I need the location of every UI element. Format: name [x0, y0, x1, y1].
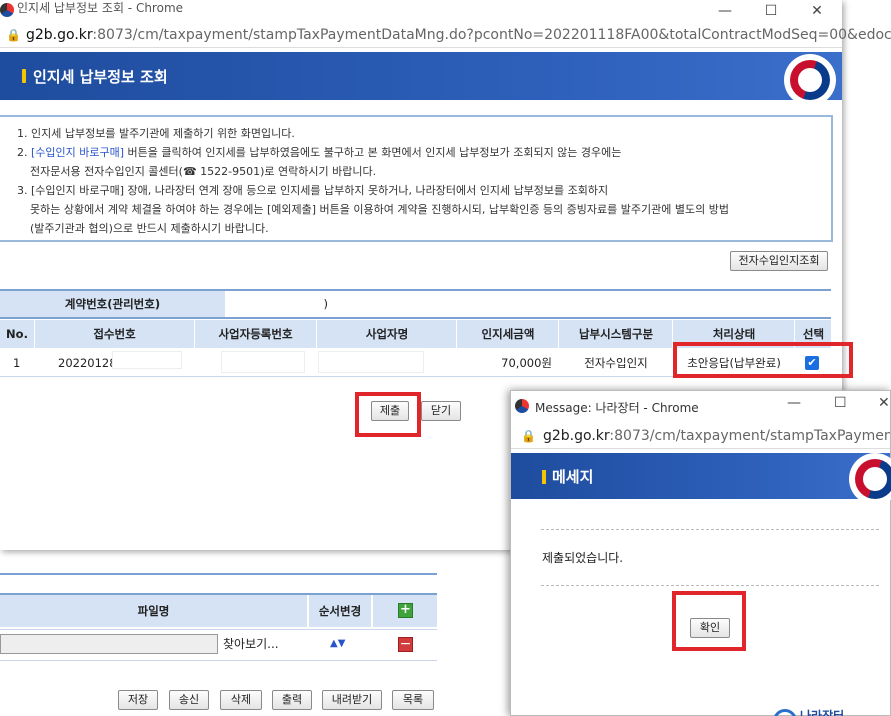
url-path: :8073/cm/taxpayment/stampTaxPaymentDataM…: [92, 27, 891, 43]
header-mark-icon: [542, 470, 546, 484]
maximize-icon[interactable]: ☐: [834, 395, 847, 411]
logo-text: 나라장터: [800, 709, 845, 716]
stamp-lookup-button[interactable]: 전자수입인지조회: [730, 251, 828, 271]
contract-label: 계약번호(관리번호): [0, 291, 225, 317]
lock-icon: 🔒: [6, 28, 21, 42]
divider: [0, 573, 437, 575]
app-icon: [515, 399, 529, 413]
redacted-area: [112, 351, 182, 369]
divider: [541, 529, 879, 530]
maximize-icon[interactable]: ☐: [748, 0, 794, 22]
popup-title: Message: 나라장터 - Chrome: [535, 401, 699, 415]
save-button[interactable]: 저장: [118, 690, 158, 710]
url-domain: g2b.go.kr: [26, 27, 93, 43]
col-system: 납부시스템구분: [560, 320, 672, 348]
address-bar[interactable]: 🔒 g2b.go.kr:8073/cm/taxpayment/stampTaxP…: [0, 22, 891, 48]
minimize-icon[interactable]: —: [702, 0, 748, 22]
col-receipt-no: 접수번호: [36, 320, 193, 348]
emblem-icon: [849, 453, 891, 505]
row-receipt-no: 202201281: [58, 356, 124, 370]
browse-button[interactable]: 찾아보기...: [223, 634, 293, 654]
url-path: :8073/cm/taxpayment/stampTaxPaymentSub..…: [609, 428, 890, 444]
select-checkbox[interactable]: ✔: [805, 356, 819, 370]
info-line: 못하는 상황에서 계약 체결을 하여야 하는 경우에는 [예외제출] 버튼을 이…: [30, 203, 729, 216]
col-select: 선택: [796, 320, 831, 348]
minimize-icon[interactable]: —: [787, 395, 801, 411]
page-header: 인지세 납부정보 조회: [0, 52, 842, 106]
ok-button[interactable]: 확인: [690, 618, 730, 638]
info-line: 2. [수입인지 바로구매] 버튼을 클릭하여 인지세를 납부하였음에도 불구하…: [17, 146, 622, 159]
app-icon: [0, 3, 14, 17]
header-mark-icon: [22, 69, 26, 83]
logo-icon: [773, 709, 797, 716]
col-biz-no: 사업자등록번호: [195, 320, 316, 348]
row-status: 초안응답(납부완료): [687, 356, 781, 370]
attachment-panel: 파일명 순서변경 + 찾아보기... ▲▼ − 저장 송신 삭제 출력 내려받기…: [0, 548, 440, 716]
send-button[interactable]: 송신: [169, 690, 209, 710]
row-biz-name: [318, 351, 424, 373]
page-title: 인지세 납부정보 조회: [33, 68, 168, 86]
emblem-icon: [784, 54, 836, 106]
info-line: 3. [수입인지 바로구매] 장애, 나라장터 연계 장애 등으로 인지세를 납…: [17, 184, 609, 197]
col-no: No.: [0, 320, 34, 348]
info-line: (발주기관과 협의)으로 반드시 제출하시기 바랍니다.: [30, 222, 269, 235]
col-add: +: [373, 595, 437, 627]
col-amount: 인지세금액: [458, 320, 558, 348]
message-popup: Message: 나라장터 - Chrome — ☐ ✕ 🔒 g2b.go.kr…: [510, 390, 891, 716]
url-domain: g2b.go.kr: [543, 428, 610, 444]
popup-message: 제출되었습니다.: [542, 551, 624, 565]
close-button[interactable]: 닫기: [421, 401, 461, 421]
remove-icon[interactable]: −: [398, 637, 413, 652]
popup-header: 메세지: [511, 453, 891, 505]
add-icon[interactable]: +: [398, 603, 413, 618]
col-status: 처리상태: [674, 320, 794, 348]
row-amount: 70,000원: [501, 356, 552, 370]
lock-icon: 🔒: [521, 429, 536, 443]
buy-stamp-link[interactable]: [수입인지 바로구매]: [31, 146, 124, 159]
print-button[interactable]: 출력: [272, 690, 312, 710]
close-icon[interactable]: ✕: [878, 395, 890, 411]
title-bar: 인지세 납부정보 조회 - Chrome — ☐ ✕: [0, 0, 842, 22]
order-arrows-icon[interactable]: ▲▼: [330, 634, 354, 654]
contract-value: ): [323, 297, 329, 311]
table-row[interactable]: 1 202201281 70,000원 전자수입인지 초안응답(납부완료) ✔: [0, 349, 831, 377]
window-title: 인지세 납부정보 조회 - Chrome: [17, 1, 184, 15]
file-path-input[interactable]: [0, 634, 218, 654]
info-line: 1. 인지세 납부정보를 발주기관에 제출하기 위한 화면입니다.: [17, 127, 295, 140]
row-system: 전자수입인지: [584, 356, 648, 370]
row-biz-no: [221, 351, 305, 373]
col-filename: 파일명: [0, 595, 307, 627]
delete-button[interactable]: 삭제: [220, 690, 262, 710]
info-box: 1. 인지세 납부정보를 발주기관에 제출하기 위한 화면입니다. 2. [수입…: [0, 115, 833, 242]
col-biz-name: 사업자명: [318, 320, 456, 348]
info-line: 전자문서용 전자수입인지 콜센터(☎ 1522-9501)로 연락하시기 바랍니…: [30, 165, 377, 178]
col-order: 순서변경: [309, 595, 371, 627]
row-no: 1: [13, 356, 21, 370]
popup-heading: 메세지: [552, 468, 594, 486]
submit-button[interactable]: 제출: [371, 401, 409, 421]
close-icon[interactable]: ✕: [794, 0, 840, 22]
list-button[interactable]: 목록: [392, 690, 434, 710]
popup-title-bar: Message: 나라장터 - Chrome — ☐ ✕: [511, 391, 890, 421]
download-button[interactable]: 내려받기: [322, 690, 382, 710]
popup-address-bar[interactable]: 🔒 g2b.go.kr:8073/cm/taxpayment/stampTaxP…: [511, 423, 890, 449]
divider: [541, 585, 879, 586]
